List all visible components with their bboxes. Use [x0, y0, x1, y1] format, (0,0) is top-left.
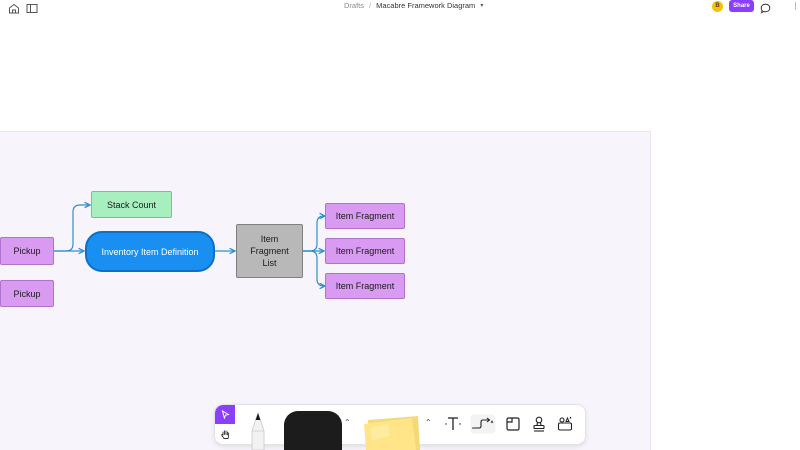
share-button[interactable]: Share	[729, 0, 754, 12]
cursor-icon	[221, 410, 230, 419]
node-label: Item Fragment	[335, 211, 395, 221]
select-tool[interactable]	[215, 405, 235, 424]
shape-tool[interactable]	[284, 411, 342, 450]
stamp-tool[interactable]	[529, 414, 549, 434]
node-label-line-2: Fragment	[250, 246, 289, 256]
connector-icon	[470, 414, 496, 434]
more-menu-edge[interactable]	[795, 2, 799, 10]
node-pickup[interactable]: Pickup	[0, 237, 54, 265]
node-label: Pickup	[13, 246, 41, 256]
node-item-fragment-3[interactable]: Item Fragment	[325, 273, 405, 299]
comment-icon[interactable]	[760, 1, 771, 14]
hand-tool[interactable]	[215, 424, 235, 444]
hand-icon	[220, 429, 229, 439]
shape-options-caret-icon[interactable]: ⌃	[344, 418, 351, 427]
sidebar-icon[interactable]	[26, 1, 38, 13]
home-icon[interactable]	[8, 1, 20, 14]
connector-tool[interactable]	[470, 414, 496, 434]
widgets-icon	[557, 416, 573, 431]
node-item-fragment-1[interactable]: Item Fragment	[325, 203, 405, 229]
node-item-fragment-2[interactable]: Item Fragment	[325, 238, 405, 264]
node-inventory-item-definition[interactable]: Inventory Item Definition	[85, 231, 215, 272]
avatar[interactable]: B	[712, 1, 723, 12]
text-tool[interactable]	[443, 414, 463, 434]
node-label: Pickup	[13, 288, 41, 299]
figjam-app: Drafts / Macabre Framework Diagram ▾ B S…	[0, 0, 800, 450]
chevron-down-icon[interactable]: ▾	[480, 2, 483, 9]
text-icon	[445, 417, 461, 430]
node-stack-count[interactable]: Stack Count	[91, 191, 172, 218]
stamp-icon	[533, 416, 545, 432]
breadcrumb-drafts[interactable]: Drafts	[344, 1, 364, 10]
sticky-options-caret-icon[interactable]: ⌃	[425, 418, 432, 427]
node-label: Item Fragment	[335, 281, 395, 291]
top-bar: Drafts / Macabre Framework Diagram ▾ B S…	[0, 0, 800, 14]
breadcrumb: Drafts / Macabre Framework Diagram ▾	[344, 1, 483, 10]
node-label: Inventory Item Definition	[101, 246, 199, 257]
node-label: Stack Count	[106, 199, 157, 210]
section-tool[interactable]	[503, 414, 523, 434]
node-label-line-3: List	[262, 258, 277, 268]
breadcrumb-separator: /	[369, 1, 372, 10]
file-title[interactable]: Macabre Framework Diagram	[376, 1, 475, 10]
pen-tool[interactable]	[246, 411, 270, 450]
sticky-note-tool[interactable]	[360, 412, 420, 450]
node-label: Item Fragment	[335, 246, 395, 256]
widgets-tool[interactable]	[555, 414, 575, 434]
node-label-line-1: Item	[260, 234, 279, 244]
section-icon	[506, 417, 520, 431]
node-pickup-secondary[interactable]: Pickup	[0, 280, 54, 307]
node-item-fragment-list[interactable]: Item Fragment List	[236, 224, 303, 278]
